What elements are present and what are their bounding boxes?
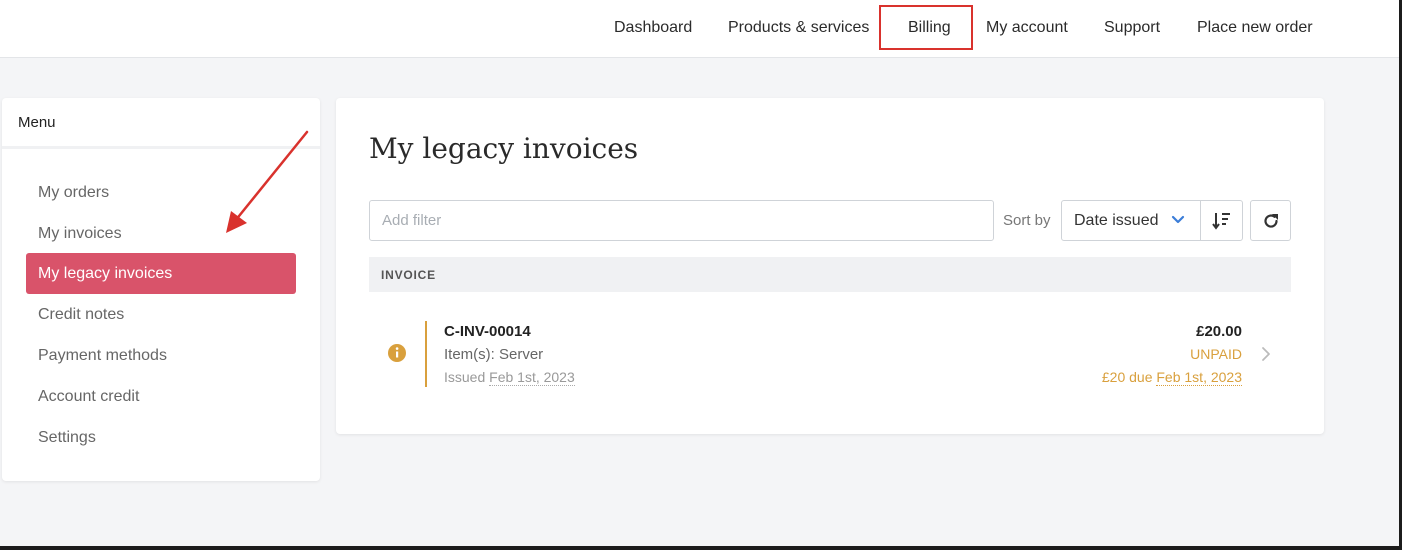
sidebar-item-settings[interactable]: Settings bbox=[26, 417, 296, 458]
sidebar-item-account-credit[interactable]: Account credit bbox=[26, 376, 296, 417]
sort-descending-icon[interactable] bbox=[1212, 211, 1232, 231]
invoice-amount: £20.00 bbox=[1196, 323, 1242, 340]
sort-select-value: Date issued bbox=[1074, 212, 1159, 229]
chevron-down-icon bbox=[1171, 215, 1185, 224]
chevron-right-icon[interactable] bbox=[1261, 346, 1271, 362]
sidebar-item-my-legacy-invoices[interactable]: My legacy invoices bbox=[26, 253, 296, 294]
nav-billing[interactable]: Billing bbox=[908, 18, 951, 38]
sort-select[interactable]: Date issued bbox=[1061, 200, 1243, 241]
status-badge: UNPAID bbox=[1190, 346, 1242, 362]
due-date: Feb 1st, 2023 bbox=[1156, 369, 1242, 386]
column-header-invoice: INVOICE bbox=[381, 268, 436, 282]
invoice-issued: Issued Feb 1st, 2023 bbox=[444, 369, 575, 386]
sidebar-item-credit-notes[interactable]: Credit notes bbox=[26, 294, 296, 335]
sidebar-item-payment-methods[interactable]: Payment methods bbox=[26, 335, 296, 376]
nav-place-new-order[interactable]: Place new order bbox=[1197, 18, 1313, 38]
invoice-items: Item(s): Server bbox=[444, 346, 544, 363]
due-prefix: £20 due bbox=[1101, 369, 1153, 385]
invoice-due: £20 due Feb 1st, 2023 bbox=[1101, 369, 1242, 386]
status-bar bbox=[425, 321, 427, 387]
table-header: INVOICE bbox=[369, 257, 1291, 292]
issued-label: Issued bbox=[444, 369, 486, 385]
nav-support[interactable]: Support bbox=[1104, 18, 1160, 38]
sort-label: Sort by bbox=[1003, 212, 1051, 229]
nav-dashboard[interactable]: Dashboard bbox=[614, 18, 692, 38]
issued-date: Feb 1st, 2023 bbox=[489, 369, 575, 386]
invoices-card: My legacy invoices Sort by Date issued I… bbox=[336, 98, 1324, 434]
invoice-number[interactable]: C-INV-00014 bbox=[444, 323, 531, 340]
top-navigation: Dashboard Products & services Billing My… bbox=[0, 0, 1402, 58]
refresh-icon bbox=[1264, 214, 1278, 228]
sort-divider bbox=[1200, 201, 1201, 240]
annotation-arrow bbox=[226, 130, 309, 233]
nav-my-account[interactable]: My account bbox=[986, 18, 1068, 38]
window-edge-bottom bbox=[0, 546, 1402, 550]
refresh-button[interactable] bbox=[1250, 200, 1291, 241]
table-row[interactable]: C-INV-00014 Item(s): Server Issued Feb 1… bbox=[369, 316, 1291, 391]
nav-products-services[interactable]: Products & services bbox=[728, 18, 869, 38]
page-title: My legacy invoices bbox=[369, 132, 639, 165]
filter-input[interactable] bbox=[369, 200, 994, 241]
info-icon bbox=[388, 344, 406, 362]
